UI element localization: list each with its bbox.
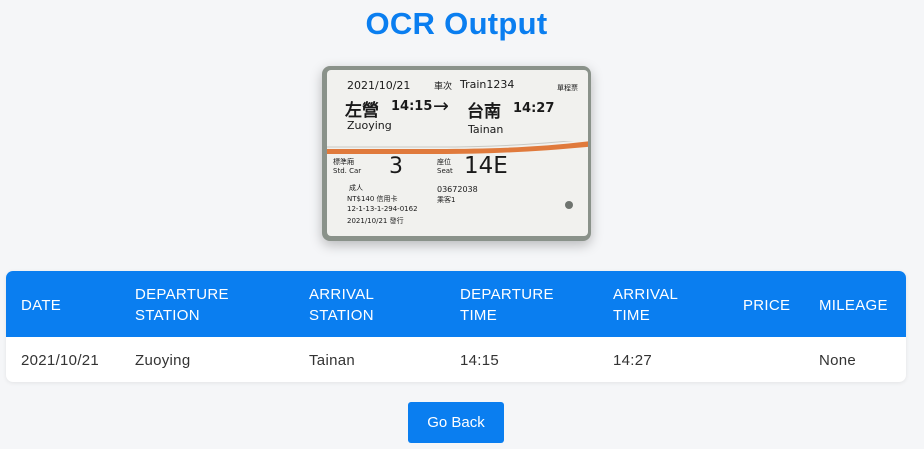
cell-arrival-time: 14:27 <box>613 352 653 369</box>
ocr-results-table: DATE DEPARTURE STATION ARRIVAL STATION D… <box>6 271 906 382</box>
ticket-image: 2021/10/21 車次 Train1234 單程票 左營 14:15 → 台… <box>322 66 591 241</box>
arrow-right-icon: → <box>433 95 449 117</box>
ticket-passenger: 乘客1 <box>437 196 456 204</box>
cell-arrival-station: Tainan <box>309 352 356 369</box>
header-departure-time: DEPARTURE TIME <box>460 286 554 324</box>
ticket-number: 03672038 <box>437 185 478 194</box>
header-arrival-time: ARRIVAL TIME <box>613 286 679 324</box>
ticket-issue: 2021/10/21 發行 <box>347 217 404 225</box>
header-departure-station: DEPARTURE STATION <box>135 286 229 324</box>
header-arrival-station: ARRIVAL STATION <box>309 286 375 324</box>
ticket-code: 12-1-13-1-294-0162 <box>347 205 418 213</box>
cell-departure-station: Zuoying <box>135 352 191 369</box>
ticket-card: 2021/10/21 車次 Train1234 單程票 左營 14:15 → 台… <box>327 70 588 236</box>
ticket-price: NT$140 信用卡 <box>347 195 398 203</box>
go-back-button[interactable]: Go Back <box>408 402 504 443</box>
cell-date: 2021/10/21 <box>21 352 100 369</box>
cell-departure-time: 14:15 <box>460 352 500 369</box>
header-price: PRICE <box>743 297 791 314</box>
ticket-stripe <box>327 141 588 154</box>
ticket-punch-hole <box>565 201 573 209</box>
ticket-departure-time: 14:15 <box>391 99 433 114</box>
header-mileage: MILEAGE <box>819 297 888 314</box>
ticket-car-label-zh: 標準廂 <box>333 158 354 166</box>
ocr-output-page: OCR Output 2021/10/21 車次 Train1234 單程票 左… <box>0 0 924 449</box>
header-date: DATE <box>21 297 62 314</box>
ticket-kind: 單程票 <box>557 84 578 92</box>
ticket-from-en: Zuoying <box>347 119 392 132</box>
ticket-to-en: Tainan <box>468 123 504 136</box>
ticket-seat-label-en: Seat <box>437 167 453 175</box>
ticket-seat: 14E <box>464 153 508 179</box>
ticket-car: 3 <box>389 154 403 179</box>
cell-mileage: None <box>819 352 857 369</box>
ticket-arrival-time: 14:27 <box>513 101 555 116</box>
ticket-car-label-en: Std. Car <box>333 167 362 175</box>
ticket-date: 2021/10/21 <box>347 79 411 92</box>
page-title: OCR Output <box>365 6 548 41</box>
ticket-seat-label-zh: 座位 <box>437 158 451 166</box>
ticket-train-number: Train1234 <box>460 78 515 91</box>
ticket-adult: 成人 <box>349 184 363 192</box>
table-header: DATE DEPARTURE STATION ARRIVAL STATION D… <box>6 271 906 337</box>
ticket-from-zh: 左營 <box>345 101 379 121</box>
ticket-train-label: 車次 <box>434 82 453 92</box>
ticket-to-zh: 台南 <box>467 102 501 122</box>
